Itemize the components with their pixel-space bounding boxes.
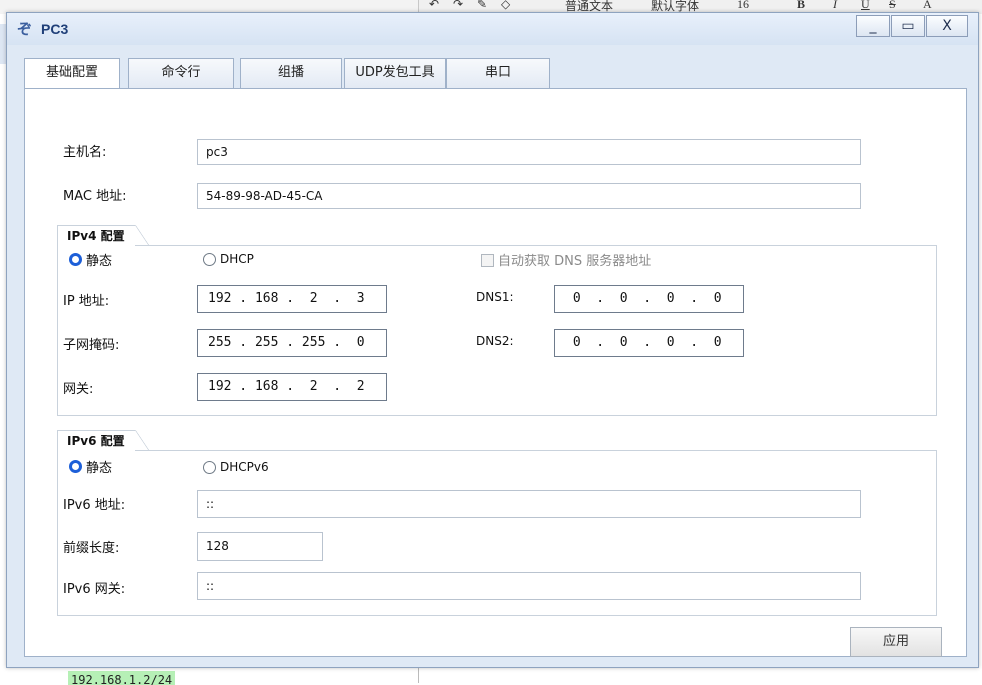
pc-config-window: ぞ PC3 _ ▭ X 基础配置 命令行 组播 UDP发包工具 串口 主机名: … xyxy=(6,12,979,668)
ipv4-group xyxy=(57,245,937,416)
strikethrough-button[interactable]: S xyxy=(889,0,896,12)
ipv4-dhcp-radio[interactable] xyxy=(203,253,216,266)
prefix-length-input[interactable]: 128 xyxy=(197,532,323,561)
hostname-input[interactable]: pc3 xyxy=(197,139,861,165)
basic-config-panel: 主机名: pc3 MAC 地址: 54-89-98-AD-45-CA IPv4 … xyxy=(24,88,967,657)
ipv4-static-radio[interactable] xyxy=(69,253,82,266)
ipv4-static-label: 静态 xyxy=(86,254,113,269)
ip-address-input[interactable]: 192 . 168 . 2 . 3 xyxy=(197,285,387,313)
dns1-input[interactable]: 0 . 0 . 0 . 0 xyxy=(554,285,744,313)
hostname-label: 主机名: xyxy=(63,145,107,160)
subnet-mask-label: 子网掩码: xyxy=(63,338,120,353)
ipv6-static-radio[interactable] xyxy=(69,460,82,473)
font-color-button[interactable]: A xyxy=(923,0,932,12)
redo-icon[interactable]: ↷ xyxy=(453,0,463,12)
underline-button[interactable]: U xyxy=(861,0,870,12)
auto-dns-label: 自动获取 DNS 服务器地址 xyxy=(498,254,652,269)
format-painter-icon[interactable]: ✎ xyxy=(477,0,487,12)
ipv6-gateway-input[interactable]: :: xyxy=(197,572,861,600)
tab-udp-tool[interactable]: UDP发包工具 xyxy=(344,58,446,88)
tab-command-line[interactable]: 命令行 xyxy=(128,58,234,88)
tab-basic-config[interactable]: 基础配置 xyxy=(24,58,120,89)
gateway-input[interactable]: 192 . 168 . 2 . 2 xyxy=(197,373,387,401)
font-size-select[interactable]: 16 xyxy=(737,0,749,12)
dns2-label: DNS2: xyxy=(476,334,514,348)
italic-button[interactable]: I xyxy=(833,0,837,12)
window-titlebar[interactable]: ぞ PC3 _ ▭ X xyxy=(7,13,978,45)
undo-icon[interactable]: ↶ xyxy=(429,0,439,12)
bold-button[interactable]: B xyxy=(797,0,805,12)
auto-dns-checkbox[interactable] xyxy=(481,254,494,267)
ipv6-address-label: IPv6 地址: xyxy=(63,498,126,513)
mac-label: MAC 地址: xyxy=(63,189,127,204)
prefix-length-label: 前缀长度: xyxy=(63,541,120,556)
background-divider xyxy=(418,668,419,683)
window-title: PC3 xyxy=(41,21,69,37)
ipv6-gateway-label: IPv6 网关: xyxy=(63,582,126,597)
ipv4-dhcp-label: DHCP xyxy=(220,252,254,266)
ipv6-address-input[interactable]: :: xyxy=(197,490,861,518)
tab-serial[interactable]: 串口 xyxy=(446,58,550,88)
dns2-input[interactable]: 0 . 0 . 0 . 0 xyxy=(554,329,744,357)
ipv6-static-label: 静态 xyxy=(86,461,113,476)
minimize-button[interactable]: _ xyxy=(856,15,890,37)
ipv6-group-title: IPv6 配置 xyxy=(57,430,149,451)
ip-address-label: IP 地址: xyxy=(63,294,110,309)
gateway-label: 网关: xyxy=(63,382,94,397)
dns1-label: DNS1: xyxy=(476,290,514,304)
apply-button[interactable]: 应用 xyxy=(850,627,942,657)
subnet-mask-input[interactable]: 255 . 255 . 255 . 0 xyxy=(197,329,387,357)
mac-input[interactable]: 54-89-98-AD-45-CA xyxy=(197,183,861,209)
pc-app-icon: ぞ xyxy=(17,20,33,38)
ipv4-group-title: IPv4 配置 xyxy=(57,225,149,246)
close-button[interactable]: X xyxy=(926,15,968,37)
ipv6-dhcp-radio[interactable] xyxy=(203,461,216,474)
maximize-button[interactable]: ▭ xyxy=(891,15,925,37)
eraser-icon[interactable]: ◇ xyxy=(501,0,510,12)
ipv6-dhcp-label: DHCPv6 xyxy=(220,460,269,474)
tab-multicast[interactable]: 组播 xyxy=(240,58,342,88)
